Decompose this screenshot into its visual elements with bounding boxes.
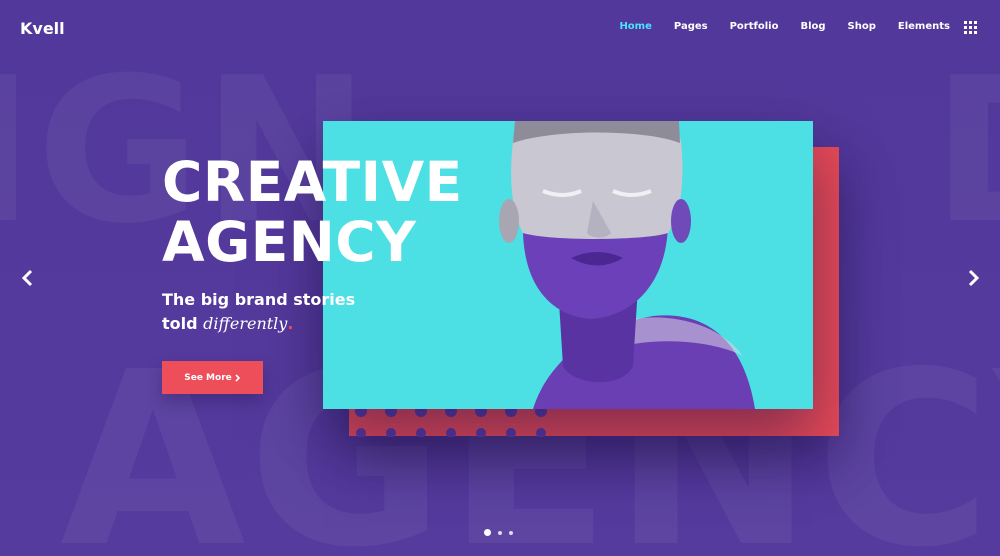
subline-italic: differently xyxy=(203,314,288,333)
subline-dot: . xyxy=(287,314,294,333)
chevron-left-icon xyxy=(21,269,33,287)
headline-line-2: AGENCY xyxy=(162,210,417,274)
see-more-button[interactable]: See More xyxy=(162,361,263,394)
chevron-right-icon xyxy=(235,373,240,382)
hero-subline: The big brand stories told differently. xyxy=(162,288,355,336)
nav-item-home[interactable]: Home xyxy=(619,21,651,32)
nav-item-portfolio[interactable]: Portfolio xyxy=(730,21,779,32)
next-slide-button[interactable] xyxy=(964,266,984,290)
subline-line-1: The big brand stories xyxy=(162,290,356,309)
pager-dot-1[interactable] xyxy=(484,529,491,536)
nav-item-shop[interactable]: Shop xyxy=(848,21,876,32)
see-more-label: See More xyxy=(184,372,232,383)
subline-plain: told xyxy=(162,314,198,333)
pager-dot-2[interactable] xyxy=(498,530,502,535)
headline-line-1: CREATIVE xyxy=(162,150,463,214)
background-watermark-right: D xyxy=(932,35,1000,268)
slider-pagination xyxy=(484,529,513,536)
nav-item-elements[interactable]: Elements xyxy=(898,21,950,32)
hero-headline: CREATIVE AGENCY xyxy=(162,152,463,272)
chevron-right-icon xyxy=(968,269,980,287)
nav-item-pages[interactable]: Pages xyxy=(674,21,708,32)
prev-slide-button[interactable] xyxy=(17,266,37,290)
pager-dot-3[interactable] xyxy=(509,530,513,535)
site-logo[interactable]: Kvell xyxy=(20,19,65,38)
main-nav: Home Pages Portfolio Blog Shop Elements xyxy=(619,21,950,32)
dots-pattern xyxy=(355,405,547,437)
nav-item-blog[interactable]: Blog xyxy=(800,21,825,32)
grid-icon[interactable] xyxy=(964,21,977,34)
hero-slider: IGND AGENCY Kvell Home Pages Portfolio B… xyxy=(0,0,1000,556)
